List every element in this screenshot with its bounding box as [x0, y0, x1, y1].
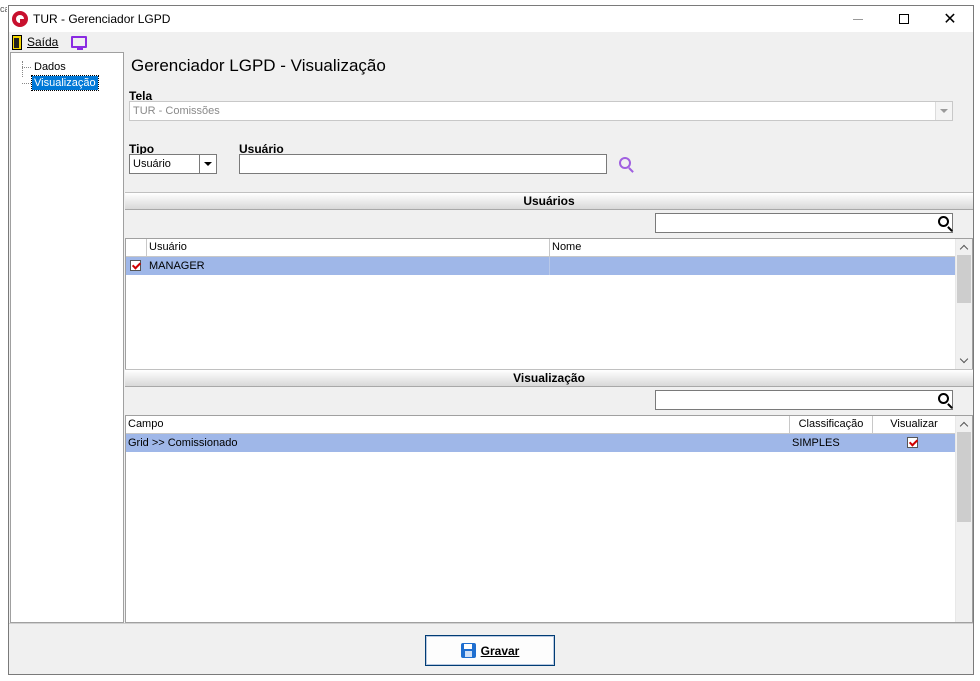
tipo-select-value: Usuário: [133, 158, 171, 170]
view-grid-header: Campo Classificação Visualizar: [126, 416, 955, 434]
window-frame: TUR - Gerenciador LGPD ✕ Saída Dados Vis…: [8, 5, 974, 675]
save-button[interactable]: Gravar: [425, 635, 555, 666]
close-button[interactable]: ✕: [927, 6, 973, 32]
footer-bar: Gravar: [9, 623, 973, 674]
tree-connector: [22, 61, 23, 77]
tree-connector: [22, 83, 31, 84]
menu-bar: Saída: [9, 32, 973, 52]
scroll-down-button[interactable]: [956, 353, 972, 369]
background-fragment: ca: [0, 4, 7, 14]
cell-campo: Grid >> Comissionado: [128, 437, 238, 449]
monitor-icon[interactable]: [71, 36, 88, 50]
row-checkbox[interactable]: [130, 260, 141, 271]
chevron-up-icon: [959, 421, 969, 431]
main-panel: Gerenciador LGPD - Visualização Tela TUR…: [125, 52, 973, 623]
tela-select-value: TUR - Comissões: [133, 105, 220, 117]
search-icon[interactable]: [619, 157, 631, 169]
chevron-down-icon: [204, 162, 212, 166]
users-grid-header: Usuário Nome: [126, 239, 955, 257]
tree-connector: [22, 67, 31, 68]
navigation-tree: Dados Visualização: [10, 52, 124, 623]
column-header-visualizar[interactable]: Visualizar: [873, 416, 955, 433]
chevron-down-icon: [959, 354, 969, 364]
search-icon[interactable]: [938, 393, 949, 404]
save-button-label: Gravar: [480, 643, 520, 658]
usuario-input[interactable]: [239, 154, 607, 174]
select-column-header: [126, 239, 147, 256]
minimize-icon: [853, 18, 863, 20]
view-filter-input[interactable]: [655, 390, 953, 410]
minimize-button[interactable]: [835, 6, 881, 32]
users-grid: Usuário Nome MANAGER: [125, 238, 973, 370]
scroll-up-button[interactable]: [956, 239, 972, 255]
column-header-nome[interactable]: Nome: [550, 239, 955, 256]
app-window: ca TUR - Gerenciador LGPD ✕ Saída Dados …: [0, 0, 980, 681]
view-grid-scrollbar[interactable]: [955, 416, 972, 622]
tela-select[interactable]: TUR - Comissões: [129, 101, 953, 121]
chevron-up-icon: [959, 244, 969, 254]
maximize-icon: [899, 14, 909, 24]
tipo-select[interactable]: Usuário: [129, 154, 217, 174]
column-header-campo[interactable]: Campo: [126, 416, 790, 433]
view-grid: Campo Classificação Visualizar Grid >> C…: [125, 415, 973, 623]
column-header-usuario[interactable]: Usuário: [147, 239, 550, 256]
tela-dropdown-button[interactable]: [935, 102, 952, 120]
maximize-button[interactable]: [881, 6, 927, 32]
table-row[interactable]: MANAGER: [126, 257, 955, 275]
exit-menu-label: Saída: [27, 35, 59, 49]
cell-classificacao: SIMPLES: [792, 437, 840, 449]
cell-nome: [550, 257, 955, 275]
users-section-header: Usuários: [125, 192, 973, 210]
users-filter-input[interactable]: [655, 213, 953, 233]
title-bar[interactable]: TUR - Gerenciador LGPD ✕: [9, 6, 973, 32]
scroll-up-button[interactable]: [956, 416, 972, 432]
users-grid-scrollbar[interactable]: [955, 239, 972, 369]
window-title: TUR - Gerenciador LGPD: [33, 12, 171, 26]
scroll-thumb[interactable]: [957, 432, 971, 522]
table-row[interactable]: Grid >> Comissionado SIMPLES: [126, 434, 955, 452]
search-icon[interactable]: [938, 216, 949, 227]
close-icon: ✕: [943, 11, 957, 28]
tipo-dropdown-button[interactable]: [199, 155, 216, 173]
floppy-icon: [460, 643, 476, 658]
tree-item-visualizacao[interactable]: Visualização: [31, 75, 99, 91]
tree-item-dados[interactable]: Dados: [32, 60, 68, 74]
column-header-classificacao[interactable]: Classificação: [790, 416, 873, 433]
scroll-thumb[interactable]: [957, 255, 971, 303]
exit-menu-item[interactable]: Saída: [12, 33, 58, 51]
cell-usuario: MANAGER: [147, 257, 550, 275]
door-icon: [12, 34, 22, 50]
page-title: Gerenciador LGPD - Visualização: [131, 56, 386, 75]
view-section-header: Visualização: [125, 369, 973, 387]
chevron-down-icon: [940, 109, 948, 113]
visualizar-checkbox[interactable]: [907, 437, 918, 448]
app-logo-icon: [12, 11, 28, 27]
